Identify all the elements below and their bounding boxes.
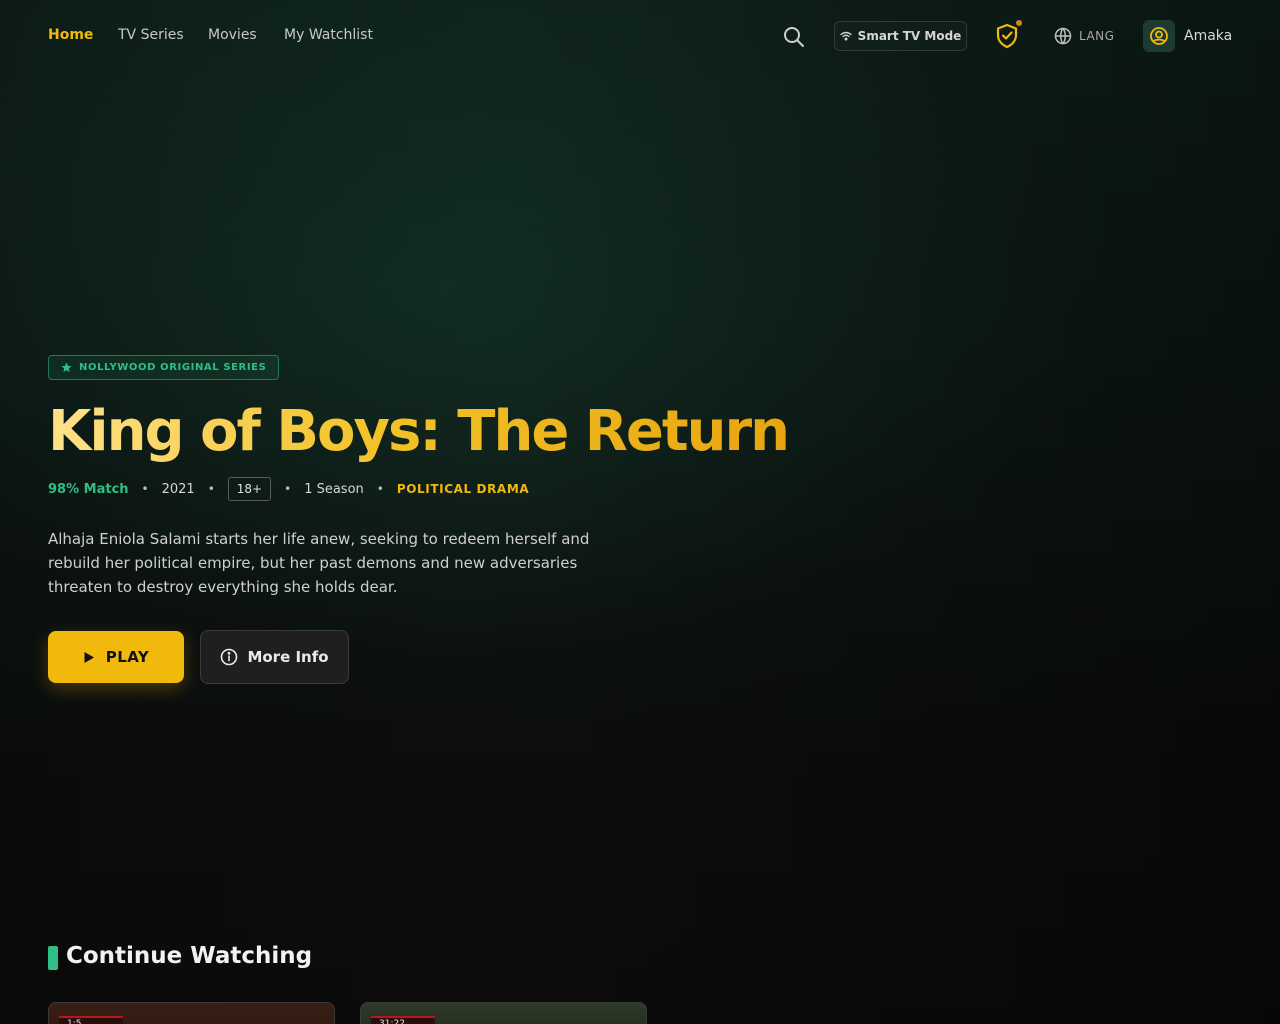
genre-label: POLITICAL DRAMA (396, 482, 530, 496)
continue-watching-card[interactable]: 31:22 (360, 1002, 647, 1024)
title-description: Alhaja Eniola Salami starts her life ane… (48, 530, 590, 596)
meta-separator: • (284, 482, 292, 496)
search-button[interactable] (782, 25, 806, 49)
release-year: 2021 (161, 481, 195, 497)
nav-tv-series[interactable]: TV Series (118, 27, 184, 43)
language-label: LANG (1079, 29, 1115, 43)
profile-button[interactable]: Amaka (1143, 20, 1232, 52)
meta-separator: • (141, 482, 149, 496)
meta-separator: • (376, 482, 384, 496)
continue-watching-card[interactable]: 1:5 (48, 1002, 335, 1024)
card-timestamp: 1:5 (59, 1016, 123, 1024)
play-label: PLAY (105, 648, 150, 666)
info-icon (221, 648, 238, 666)
age-rating-badge: 18+ (227, 477, 272, 501)
more-info-label: More Info (247, 648, 329, 666)
section-accent-bar (48, 946, 58, 970)
language-button[interactable]: LANG (1053, 24, 1114, 48)
more-info-button[interactable]: More Info (200, 630, 349, 684)
nav-home[interactable]: Home (48, 27, 93, 43)
badge-label: NOLLYWOOD ORIGINAL SERIES (79, 362, 267, 373)
card-timestamp: 31:22 (371, 1016, 435, 1024)
title-heading: King of Boys: The Return (48, 396, 790, 468)
match-score: 98% Match (48, 481, 129, 497)
play-button[interactable]: PLAY (48, 631, 184, 683)
hero-background (0, 0, 1280, 1024)
top-navigation: Home TV Series Movies My Watchlist Smart… (0, 0, 1280, 72)
star-icon (61, 362, 72, 373)
play-icon (84, 651, 94, 663)
parental-control-button[interactable] (995, 23, 1019, 49)
profile-name: Amaka (1184, 28, 1233, 44)
original-series-badge: NOLLYWOOD ORIGINAL SERIES (48, 355, 280, 380)
user-icon (1150, 27, 1168, 45)
smart-tv-mode-label: Smart TV Mode (857, 29, 962, 43)
meta-separator: • (207, 482, 215, 496)
season-count: 1 Season (304, 481, 364, 497)
continue-watching-heading: Continue Watching (66, 943, 313, 969)
avatar (1143, 20, 1175, 52)
shield-check-icon (996, 23, 1018, 49)
nav-my-watchlist[interactable]: My Watchlist (284, 27, 373, 43)
language-icon (1054, 27, 1072, 45)
wifi-icon (839, 31, 852, 41)
search-icon (784, 27, 804, 47)
title-metadata: 98% Match • 2021 • 18+ • 1 Season • POLI… (48, 476, 529, 502)
notification-dot (1015, 19, 1023, 27)
smart-tv-mode-button[interactable]: Smart TV Mode (834, 21, 967, 51)
nav-movies[interactable]: Movies (208, 27, 257, 43)
